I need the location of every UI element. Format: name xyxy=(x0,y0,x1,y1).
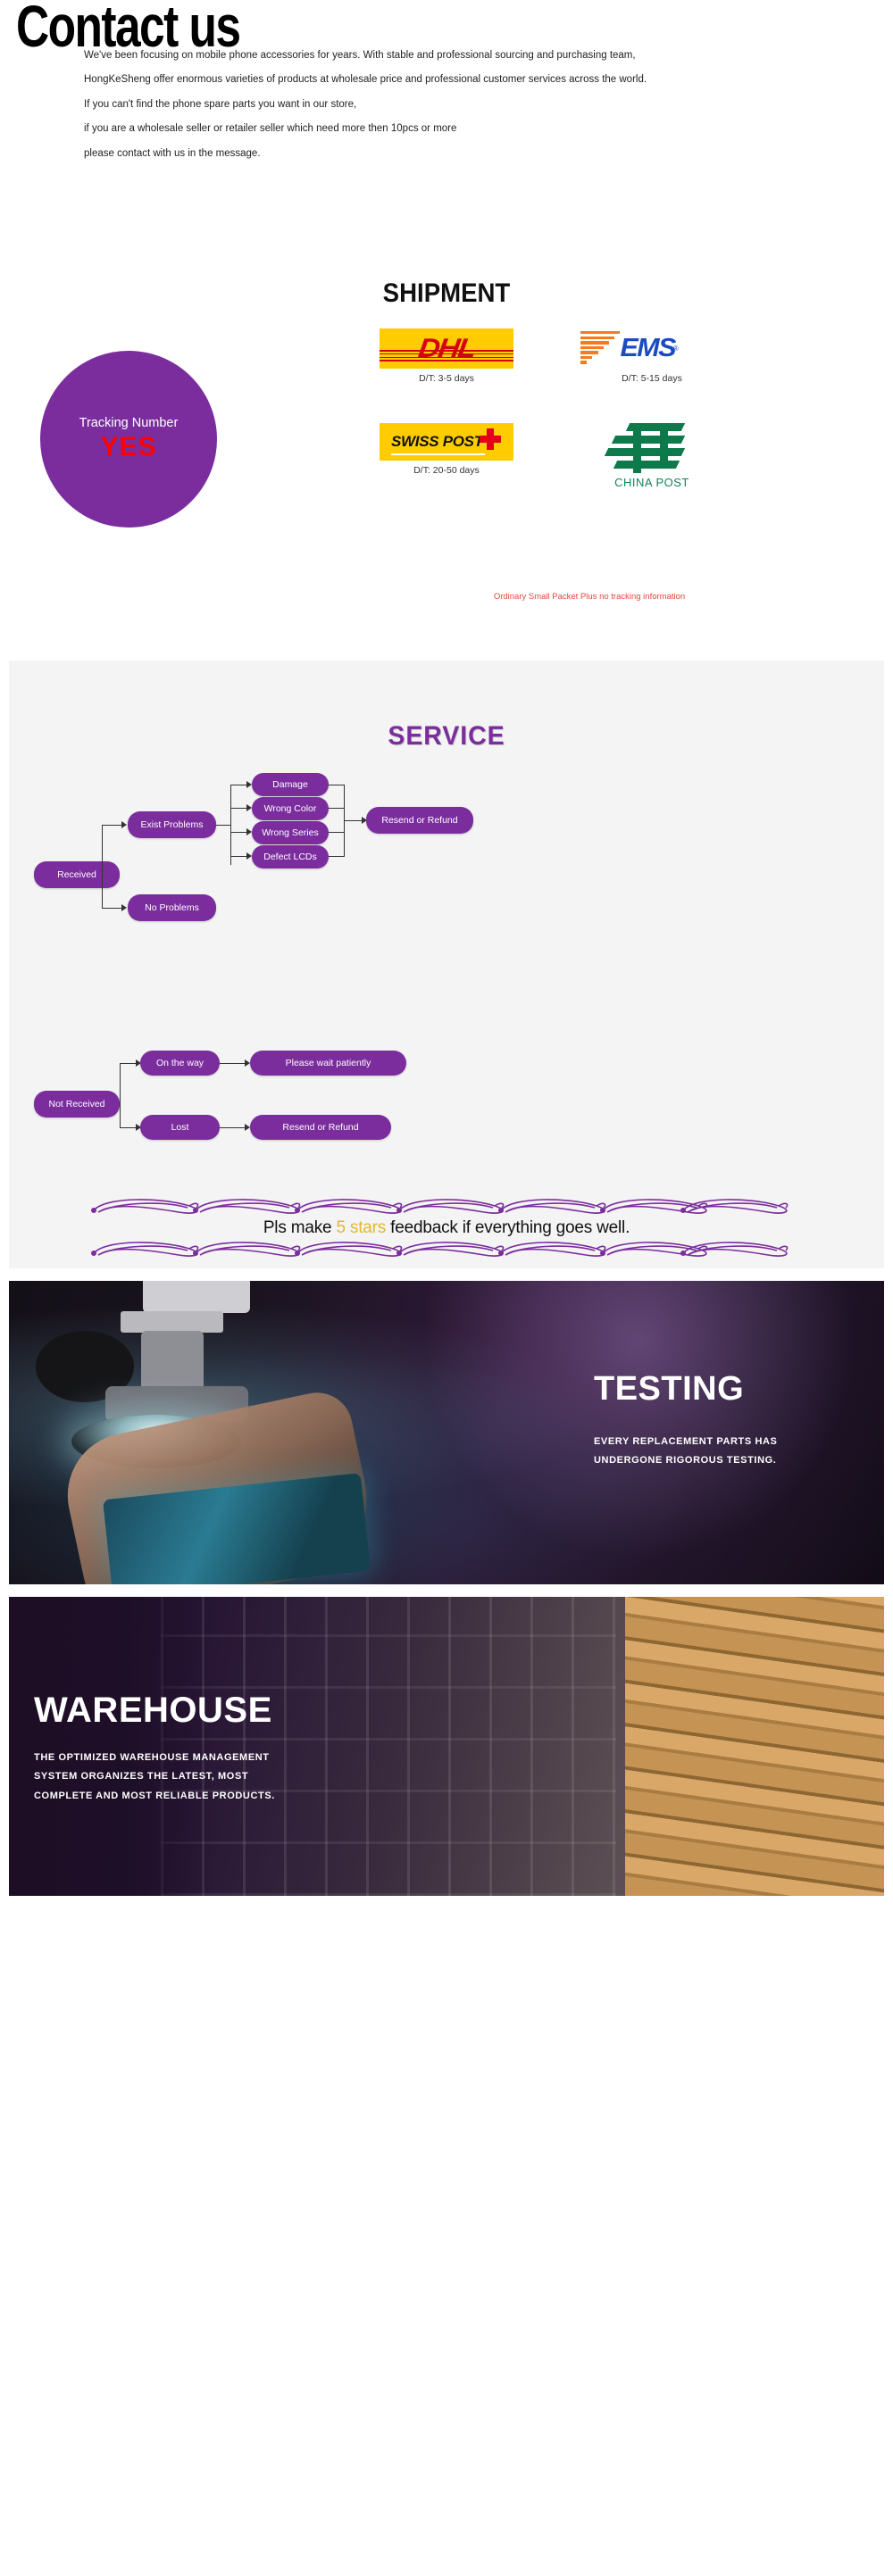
flow-node-on-the-way: On the way xyxy=(140,1051,220,1076)
flow-node-not-received: Not Received xyxy=(34,1091,120,1118)
china-post-logo-text: CHINA POST xyxy=(614,476,689,489)
service-section: SERVICE Received Exist Problems No Probl… xyxy=(9,661,884,1268)
flow-node-exist-problems: Exist Problems xyxy=(128,811,216,838)
service-flow-not-received: Not Received On the way Lost Please wait… xyxy=(9,1048,884,1159)
testing-subtitle-line-1: EVERY REPLACEMENT PARTS HAS xyxy=(594,1436,778,1447)
shipment-note: Ordinary Small Packet Plus no tracking i… xyxy=(493,592,686,602)
flow-node-received: Received xyxy=(34,861,120,888)
warehouse-title-text: WAREHOUSE xyxy=(34,1691,272,1730)
flow-node-wrong-series: Wrong Series xyxy=(252,821,329,844)
tracking-number-badge: Tracking Number YES xyxy=(40,351,217,528)
ornament-swirl-icon xyxy=(91,1199,789,1214)
flow-node-no-problems: No Problems xyxy=(128,894,216,921)
flow-node-resend-or-refund-1: Resend or Refund xyxy=(366,807,473,834)
testing-subtitle-line-2: UNDERGONE RIGOROUS TESTING. xyxy=(594,1455,777,1467)
flow-node-please-wait: Please wait patiently xyxy=(250,1051,406,1076)
ornament-divider-bottom xyxy=(9,1238,884,1263)
warehouse-shelves-icon xyxy=(161,1597,616,1896)
carrier-china-post: CHINA POST xyxy=(563,423,741,489)
ornament-divider-top xyxy=(9,1195,884,1222)
testing-title-text: TESTING xyxy=(594,1370,745,1408)
flow-node-wrong-color: Wrong Color xyxy=(252,797,329,820)
contact-red-line-2: if you are a wholesale seller or retaile… xyxy=(84,123,457,135)
carrier-grid: DHL D/T: 3-5 days EMS ® D/T: 5-15 days S… xyxy=(357,328,857,489)
dhl-delivery-time: D/T: 3-5 days xyxy=(419,373,474,384)
warehouse-subtitle: THE OPTIMIZED WAREHOUSE MANAGEMENT SYSTE… xyxy=(34,1749,275,1806)
china-post-logo-icon: CHINA POST xyxy=(598,423,705,489)
shipment-section: SHIPMENT Tracking Number YES DHL D/T: 3-… xyxy=(0,268,893,661)
testing-subtitle: EVERY REPLACEMENT PARTS HAS UNDERGONE RI… xyxy=(594,1433,777,1471)
cardboard-boxes-icon xyxy=(625,1597,884,1896)
carrier-ems: EMS ® D/T: 5-15 days xyxy=(563,328,741,384)
shipment-body: Tracking Number YES DHL D/T: 3-5 days EM… xyxy=(0,328,893,623)
flow-node-defect-lcds: Defect LCDs xyxy=(252,845,329,868)
service-title: SERVICE xyxy=(388,721,505,751)
dhl-logo-icon: DHL xyxy=(380,328,513,369)
contact-paragraph-1: We've been focusing on mobile phone acce… xyxy=(84,50,636,61)
product-description-page: Contact us We've been focusing on mobile… xyxy=(0,0,893,1896)
warehouse-title: WAREHOUSE xyxy=(34,1691,272,1731)
service-flow-received: Received Exist Problems No Problems Dama… xyxy=(9,773,884,1037)
ems-logo-icon: EMS ® xyxy=(578,328,726,369)
china-post-mark-icon xyxy=(603,423,701,475)
flow-node-lost: Lost xyxy=(140,1115,220,1140)
tracking-number-value: YES xyxy=(100,432,157,461)
shipment-title: SHIPMENT xyxy=(382,278,511,308)
ems-delivery-time: D/T: 5-15 days xyxy=(622,373,682,384)
flow-node-damage: Damage xyxy=(252,773,329,796)
carrier-swiss-post: SWISS POST D/T: 20-50 days xyxy=(357,423,536,487)
testing-title: TESTING xyxy=(594,1370,744,1408)
tracking-number-label: Tracking Number xyxy=(79,416,179,430)
warehouse-dark-overlay xyxy=(9,1597,214,1896)
testing-section: TESTING EVERY REPLACEMENT PARTS HAS UNDE… xyxy=(9,1281,884,1584)
contact-black-line: please contact with us in the message. xyxy=(84,147,261,159)
swiss-post-logo-icon: SWISS POST xyxy=(380,423,513,461)
swiss-post-underline-icon xyxy=(391,453,485,455)
contact-red-line-1: If you can't find the phone spare parts … xyxy=(84,98,357,110)
carrier-row-2: SWISS POST D/T: 20-50 days CHINA POST xyxy=(357,423,857,489)
carrier-dhl: DHL D/T: 3-5 days xyxy=(357,328,536,384)
dhl-logo-text: DHL xyxy=(416,333,477,363)
carrier-row-1: DHL D/T: 3-5 days EMS ® D/T: 5-15 days xyxy=(357,328,857,384)
flow-node-resend-or-refund-2: Resend or Refund xyxy=(250,1115,391,1140)
contact-body: We've been focusing on mobile phone acce… xyxy=(84,49,825,171)
warehouse-subtitle-line-2: SYSTEM ORGANIZES THE LATEST, MOST xyxy=(34,1771,249,1782)
warehouse-subtitle-line-3: COMPLETE AND MOST RELIABLE PRODUCTS. xyxy=(34,1790,275,1801)
warehouse-subtitle-line-1: THE OPTIMIZED WAREHOUSE MANAGEMENT xyxy=(34,1752,270,1763)
ornament-swirl-icon-2 xyxy=(91,1242,789,1257)
contact-section: Contact us We've been focusing on mobile… xyxy=(0,0,893,268)
swiss-post-logo-text: SWISS POST xyxy=(391,433,483,450)
ems-wedge-icon xyxy=(580,331,620,365)
swiss-cross-icon xyxy=(480,428,501,450)
warehouse-section: WAREHOUSE THE OPTIMIZED WAREHOUSE MANAGE… xyxy=(9,1597,884,1896)
contact-paragraph-2: HongKeSheng offer enormous varieties of … xyxy=(84,74,647,86)
ems-logo-text: EMS xyxy=(620,334,676,362)
swiss-post-delivery-time: D/T: 20-50 days xyxy=(413,465,480,476)
